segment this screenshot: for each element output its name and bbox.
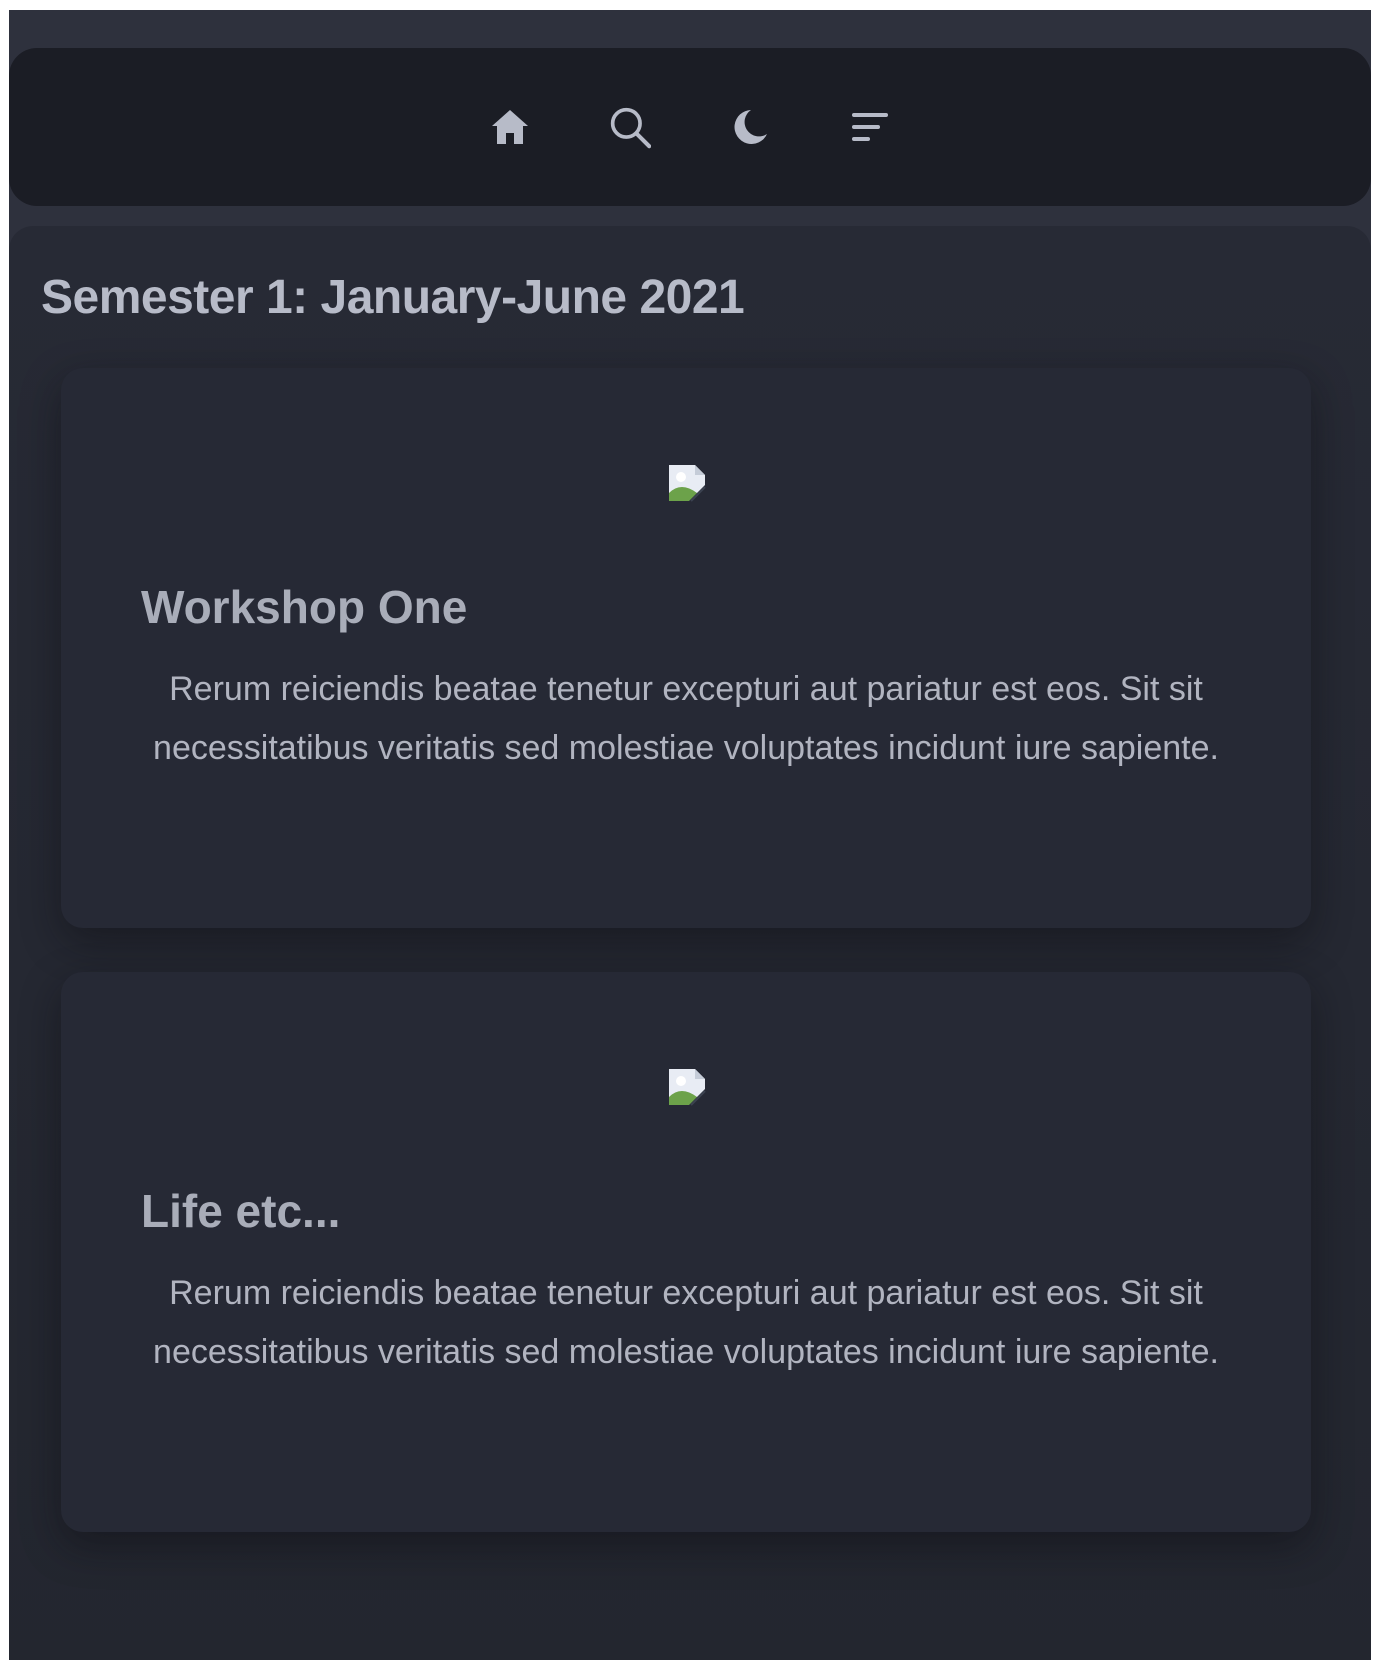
- card-title: Workshop One: [141, 581, 468, 633]
- menu-button[interactable]: [849, 106, 891, 148]
- card-title: Life etc...: [141, 1185, 341, 1237]
- card-description: Rerum reiciendis beatae tenetur exceptur…: [153, 1274, 1219, 1371]
- menu-icon: [852, 113, 888, 141]
- search-icon: [610, 107, 651, 149]
- section-title: Semester 1: January-June 2021: [41, 271, 745, 324]
- search-button[interactable]: [609, 106, 651, 149]
- theme-toggle-button[interactable]: [729, 106, 771, 148]
- card-description: Rerum reiciendis beatae tenetur exceptur…: [153, 670, 1219, 767]
- moon-icon: [734, 110, 767, 144]
- workshop-card: Workshop One Rerum reiciendis beatae ten…: [61, 368, 1311, 928]
- top-navbar: [9, 48, 1371, 206]
- page-viewport: Semester 1: January-June 2021 Workshop O…: [9, 10, 1371, 1660]
- broken-image-icon: [669, 465, 706, 502]
- home-button[interactable]: [489, 106, 531, 148]
- main-content: Semester 1: January-June 2021 Workshop O…: [9, 226, 1371, 1660]
- home-icon: [492, 110, 528, 144]
- broken-image-icon: [669, 1069, 706, 1106]
- workshop-card: Life etc... Rerum reiciendis beatae tene…: [61, 972, 1311, 1532]
